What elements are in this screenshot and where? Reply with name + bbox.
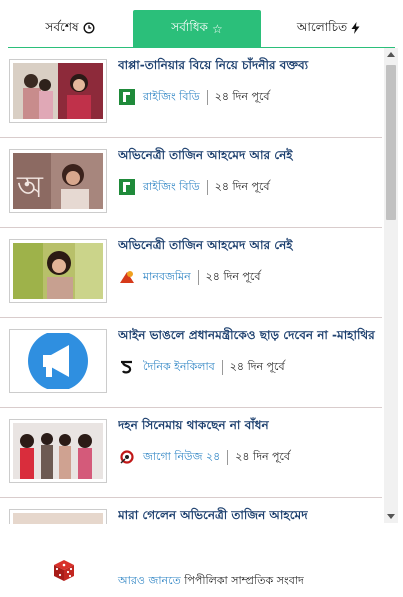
tab-most-read[interactable]: সর্বাধিক ☆: [133, 10, 261, 48]
news-time: ২৪ দিন পূর্বে: [205, 269, 261, 283]
feed-scrollbar[interactable]: [384, 48, 398, 523]
news-title[interactable]: বাপ্পা-তানিয়ার বিয়ে নিয়ে চাঁদনীর বক্ত…: [118, 57, 380, 77]
news-item[interactable]: অ অভিনেত্রী তাজিন আহমেদ আর নেই রাইজিং বি…: [0, 138, 382, 228]
widget-footer: আরও জানতে পিপীলিকা সাম্প্রতিক সংবাদ: [0, 524, 403, 597]
news-title[interactable]: অভিনেত্রী তাজিন আহমেদ আর নেই: [118, 147, 380, 167]
news-meta: রাইজিং বিডি ২৪ দিন পূর্বে: [118, 177, 270, 197]
news-time: ২৪ দিন পূর্বে: [214, 179, 270, 193]
news-thumbnail[interactable]: [9, 419, 107, 483]
news-thumbnail[interactable]: [9, 329, 107, 393]
manabzamin-logo-icon: [118, 269, 135, 286]
news-source[interactable]: জাগো নিউজ ২৪: [143, 448, 220, 467]
tab-discussed[interactable]: আলোচিত: [262, 10, 395, 48]
dice-icon[interactable]: [51, 557, 77, 583]
tab-latest[interactable]: সর্বশেষ: [8, 10, 132, 48]
footer-prefix-link[interactable]: আরও জানতে: [118, 574, 181, 587]
news-item[interactable]: দহন সিনেমায় থাকছেন না বাঁধন জাগো নিউজ ২…: [0, 408, 382, 498]
news-meta: রাইজিং বিডি ২৪ দিন পূর্বে: [118, 87, 270, 107]
meta-divider: [206, 179, 208, 195]
news-item[interactable]: আইন ভাঙলে প্রধানমন্ত্রীকেও ছাড় দেবেন না…: [0, 318, 382, 408]
news-time: ২৪ দিন পূর্বে: [235, 449, 291, 463]
scrollbar-thumb[interactable]: [386, 65, 396, 220]
tab-label: সর্বশেষ: [45, 20, 79, 34]
meta-divider: [221, 359, 223, 375]
news-title[interactable]: অভিনেত্রী তাজিন আহমেদ আর নেই: [118, 237, 380, 257]
meta-divider: [227, 449, 229, 465]
news-meta: দৈনিক ইনকিলাব ২৪ দিন পূর্বে: [118, 357, 285, 377]
star-icon: ☆: [211, 22, 223, 36]
inqilab-logo-icon: [118, 359, 135, 376]
tab-label: সর্বাধিক: [171, 20, 208, 34]
news-feed: বাপ্পা-তানিয়ার বিয়ে নিয়ে চাঁদনীর বক্ত…: [0, 48, 382, 524]
news-meta: জাগো নিউজ ২৪ ২৪ দিন পূর্বে: [118, 447, 290, 467]
news-item[interactable]: অভিনেত্রী তাজিন আহমেদ আর নেই মানবজমিন ২৪…: [0, 228, 382, 318]
tab-bar: সর্বশেষ সর্বাধিক ☆ আলোচিত: [0, 0, 403, 48]
rising-bd-logo-icon: [118, 89, 135, 106]
scroll-up-icon[interactable]: [387, 52, 395, 57]
news-thumbnail[interactable]: [9, 59, 107, 123]
tab-label: আলোচিত: [296, 20, 348, 34]
news-source[interactable]: মানবজমিন: [143, 268, 191, 287]
meta-divider: [197, 269, 199, 285]
rising-bd-logo-icon: [118, 179, 135, 196]
news-meta: মানবজমিন ২৪ দিন পূর্বে: [118, 267, 260, 287]
footer-link[interactable]: পিপীলিকা সাম্প্রতিক সংবাদ: [184, 574, 304, 587]
news-source[interactable]: রাইজিং বিডি: [143, 88, 200, 107]
meta-divider: [206, 89, 208, 105]
news-widget: সর্বশেষ সর্বাধিক ☆ আলোচিত বাপ্পা-তানিয়া…: [0, 0, 403, 597]
news-thumbnail[interactable]: অ: [9, 149, 107, 213]
news-thumbnail[interactable]: [9, 239, 107, 303]
news-thumbnail[interactable]: [9, 509, 107, 524]
svg-text:অ: অ: [16, 170, 44, 205]
news-source[interactable]: দৈনিক ইনকিলাব: [143, 358, 215, 377]
news-source[interactable]: রাইজিং বিডি: [143, 178, 200, 197]
clock-icon: [83, 21, 95, 37]
news-item[interactable]: মারা গেলেন অভিনেত্রী তাজিন আহমেদ: [0, 498, 382, 524]
news-title[interactable]: আইন ভাঙলে প্রধানমন্ত্রীকেও ছাড় দেবেন না…: [118, 327, 380, 347]
news-title[interactable]: মারা গেলেন অভিনেত্রী তাজিন আহমেদ: [118, 507, 380, 524]
news-time: ২৪ দিন পূর্বে: [229, 359, 285, 373]
news-title[interactable]: দহন সিনেমায় থাকছেন না বাঁধন: [118, 417, 380, 437]
news-time: ২৪ দিন পূর্বে: [214, 89, 270, 103]
news-item[interactable]: বাপ্পা-তানিয়ার বিয়ে নিয়ে চাঁদনীর বক্ত…: [0, 48, 382, 138]
footer-caption: আরও জানতে পিপীলিকা সাম্প্রতিক সংবাদ: [118, 572, 304, 591]
bolt-icon: [351, 21, 360, 37]
scroll-down-icon[interactable]: [387, 514, 395, 519]
jagonews-logo-icon: [118, 449, 135, 466]
